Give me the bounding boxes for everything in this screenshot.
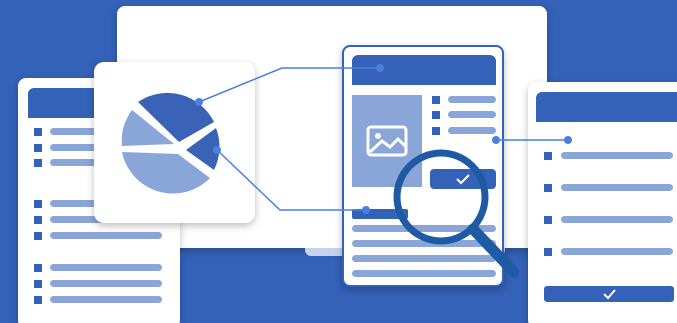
- connector-dot: [362, 206, 370, 214]
- connector-dot: [564, 136, 572, 144]
- connector-dot: [195, 98, 203, 106]
- connector-top: [198, 67, 380, 103]
- connector-dot: [213, 146, 221, 154]
- connector-bottom: [216, 149, 366, 211]
- connector-dot: [376, 64, 384, 72]
- illustration: [0, 0, 677, 323]
- connector-lines: [195, 64, 572, 278]
- connector-dot: [492, 136, 500, 144]
- magnifier-icon: [393, 149, 520, 278]
